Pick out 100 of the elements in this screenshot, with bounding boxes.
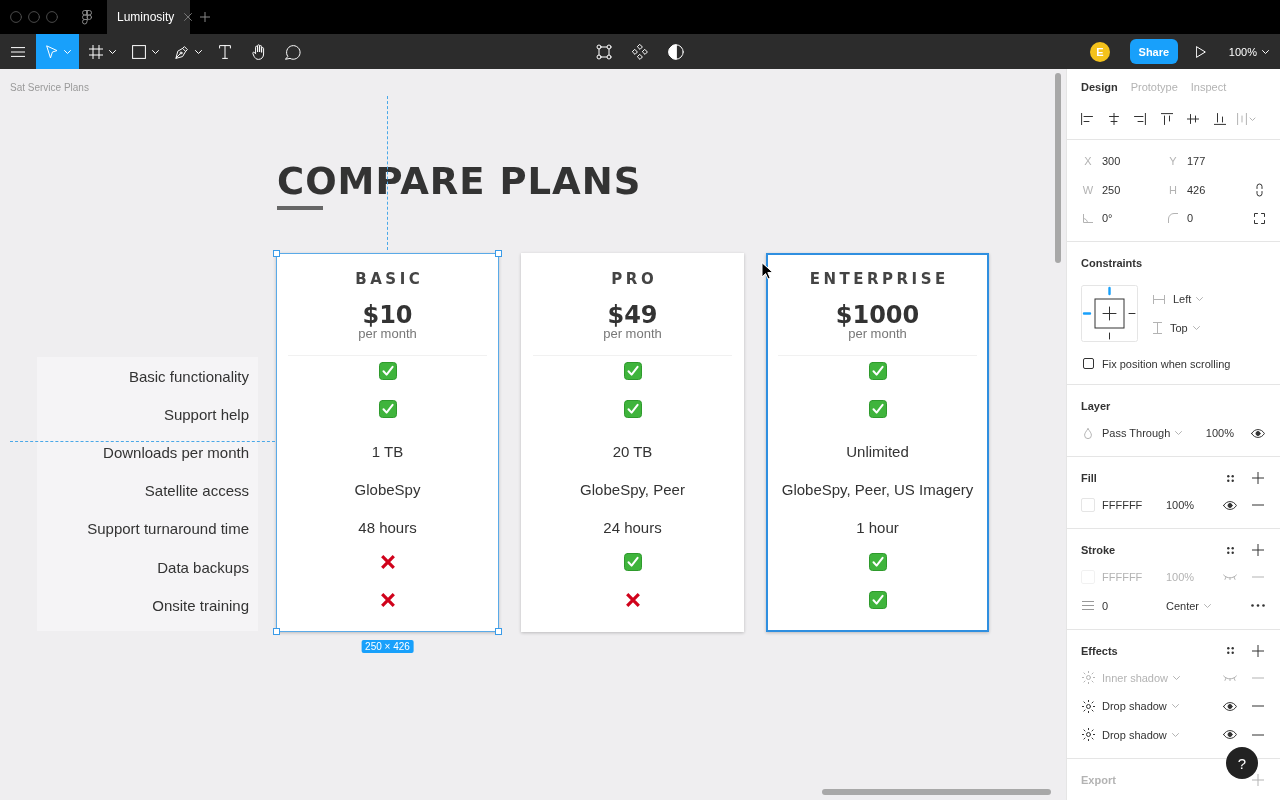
resize-handle[interactable] xyxy=(273,628,280,635)
constraint-dropdown[interactable]: Left xyxy=(1173,293,1204,305)
plus-icon[interactable] xyxy=(1252,472,1264,484)
corner-radius-icon xyxy=(1168,213,1178,224)
opacity-field[interactable]: 100% xyxy=(1166,499,1195,512)
plan-card[interactable]: PRO $49 per month 20 TB GlobeSpy, Peer 24 hours xyxy=(521,253,744,632)
plan-price: $10 xyxy=(362,302,413,328)
plus-icon[interactable] xyxy=(1252,544,1264,556)
plan-card[interactable]: ENTERPRISE $1000 per month Unlimited GlobeSpy, Peer, US Imagery 1 hour xyxy=(766,253,989,632)
play-icon xyxy=(1195,45,1206,58)
accent-bar xyxy=(277,206,323,210)
resize-handle[interactable] xyxy=(273,250,280,257)
number-field[interactable]: 0 xyxy=(1187,212,1194,225)
field-label: H xyxy=(1169,183,1177,196)
constraint-dropdown[interactable]: Top xyxy=(1170,322,1200,334)
feature-value: 20 TB xyxy=(612,442,653,460)
number-field[interactable]: 0° xyxy=(1102,212,1113,225)
stroke-weight-icon xyxy=(1082,601,1094,611)
align-center-icon[interactable] xyxy=(1107,113,1120,125)
opacity-field[interactable]: 100% xyxy=(1205,427,1234,440)
eye-icon[interactable] xyxy=(1223,500,1237,510)
cross-mark-icon xyxy=(379,554,396,571)
section-title: Constraints xyxy=(1081,256,1143,269)
more-icon[interactable] xyxy=(1251,604,1265,608)
stroke-align-dropdown[interactable]: Center xyxy=(1166,599,1212,612)
drop-icon xyxy=(1084,427,1092,439)
check-mark-icon xyxy=(378,362,397,381)
pointer-icon xyxy=(46,44,58,59)
minus-icon[interactable] xyxy=(1252,733,1264,736)
section-title: Effects xyxy=(1081,644,1118,657)
feature-label: Support help xyxy=(163,405,249,423)
horizontal-span-icon xyxy=(1153,294,1165,304)
hex-field[interactable]: FFFFFF xyxy=(1102,499,1159,512)
logo-icon[interactable] xyxy=(82,9,92,25)
feature-label: Satellite access xyxy=(144,482,249,500)
pen-icon xyxy=(175,44,189,59)
resize-handle[interactable] xyxy=(495,628,502,635)
plan-name: ENTERPRISE xyxy=(808,270,949,288)
panel-tab[interactable]: Design xyxy=(1081,80,1118,93)
four-dots-icon[interactable] xyxy=(1226,647,1234,654)
half-circle-icon xyxy=(668,43,684,60)
check-mark-icon xyxy=(623,362,642,381)
plus-icon[interactable] xyxy=(1252,644,1264,657)
number-field[interactable]: 177 xyxy=(1187,155,1206,168)
eye-icon[interactable] xyxy=(1223,730,1237,740)
price-period: per month xyxy=(848,327,907,341)
link-icon[interactable] xyxy=(1255,182,1263,197)
vertical-span-icon xyxy=(1153,322,1162,334)
caret-icon xyxy=(1171,704,1179,709)
section-title: Layer xyxy=(1081,400,1111,412)
align-top-icon[interactable] xyxy=(1160,113,1173,125)
check-mark-icon xyxy=(868,362,887,381)
blend-mode-dropdown[interactable]: Pass Through xyxy=(1102,427,1183,440)
number-field[interactable]: 300 xyxy=(1102,155,1121,168)
align-bottom-icon[interactable] xyxy=(1213,113,1226,125)
resize-handle[interactable] xyxy=(495,250,502,257)
dimensions-label: 250 × 426 xyxy=(361,640,414,653)
align-right-icon[interactable] xyxy=(1134,113,1146,125)
sun-icon[interactable] xyxy=(1081,699,1095,713)
four-dots-icon[interactable] xyxy=(1226,546,1234,554)
eye-icon[interactable] xyxy=(1251,428,1265,438)
checkbox-label: Fix position when scrolling xyxy=(1102,357,1231,370)
number-field[interactable]: 250 xyxy=(1102,183,1121,196)
eye-icon[interactable] xyxy=(1223,701,1237,711)
effect-dropdown[interactable]: Drop shadow xyxy=(1102,700,1179,713)
price-period: per month xyxy=(603,327,662,341)
scrollbar[interactable] xyxy=(822,789,1051,795)
check-mark-icon xyxy=(868,591,887,610)
menu-icon xyxy=(11,46,25,57)
scrollbar[interactable] xyxy=(1055,73,1061,263)
minus-icon[interactable] xyxy=(1252,705,1264,708)
add-icon[interactable] xyxy=(200,12,210,22)
feature-value: 1 hour xyxy=(856,519,899,537)
feature-label: Basic functionality xyxy=(128,367,249,385)
caret-icon xyxy=(1171,732,1179,737)
plan-price: $1000 xyxy=(835,302,920,328)
caret-icon xyxy=(1173,675,1181,680)
sun-icon[interactable] xyxy=(1081,728,1095,742)
swatch-icon[interactable] xyxy=(1081,498,1095,513)
feature-label: Support turnaround time xyxy=(87,520,249,538)
number-field[interactable]: 0 xyxy=(1102,599,1159,612)
close-icon[interactable] xyxy=(184,13,193,21)
help-button[interactable]: ? xyxy=(1226,747,1258,779)
plan-card[interactable]: BASIC $10 per month 1 TB GlobeSpy 48 hours xyxy=(276,253,499,632)
corners-icon[interactable] xyxy=(1253,212,1265,224)
constraint-widget[interactable] xyxy=(1081,284,1138,342)
hand-icon xyxy=(252,43,266,60)
align-middle-icon[interactable] xyxy=(1187,113,1199,125)
minus-icon[interactable] xyxy=(1252,504,1264,507)
effect-dropdown[interactable]: Drop shadow xyxy=(1102,728,1179,741)
file-tab[interactable]: Luminosity xyxy=(107,0,190,34)
align-left-icon[interactable] xyxy=(1081,113,1093,125)
number-field[interactable]: 426 xyxy=(1187,183,1206,196)
plan-name: PRO xyxy=(610,270,658,288)
checkbox[interactable] xyxy=(1083,358,1094,369)
page-heading: COMPARE PLANS xyxy=(277,163,642,200)
four-dots-icon[interactable] xyxy=(1226,474,1234,482)
section-title: Stroke xyxy=(1081,544,1116,556)
rectangle-icon xyxy=(132,44,146,59)
zoom-dropdown[interactable]: 100% xyxy=(1228,45,1269,58)
